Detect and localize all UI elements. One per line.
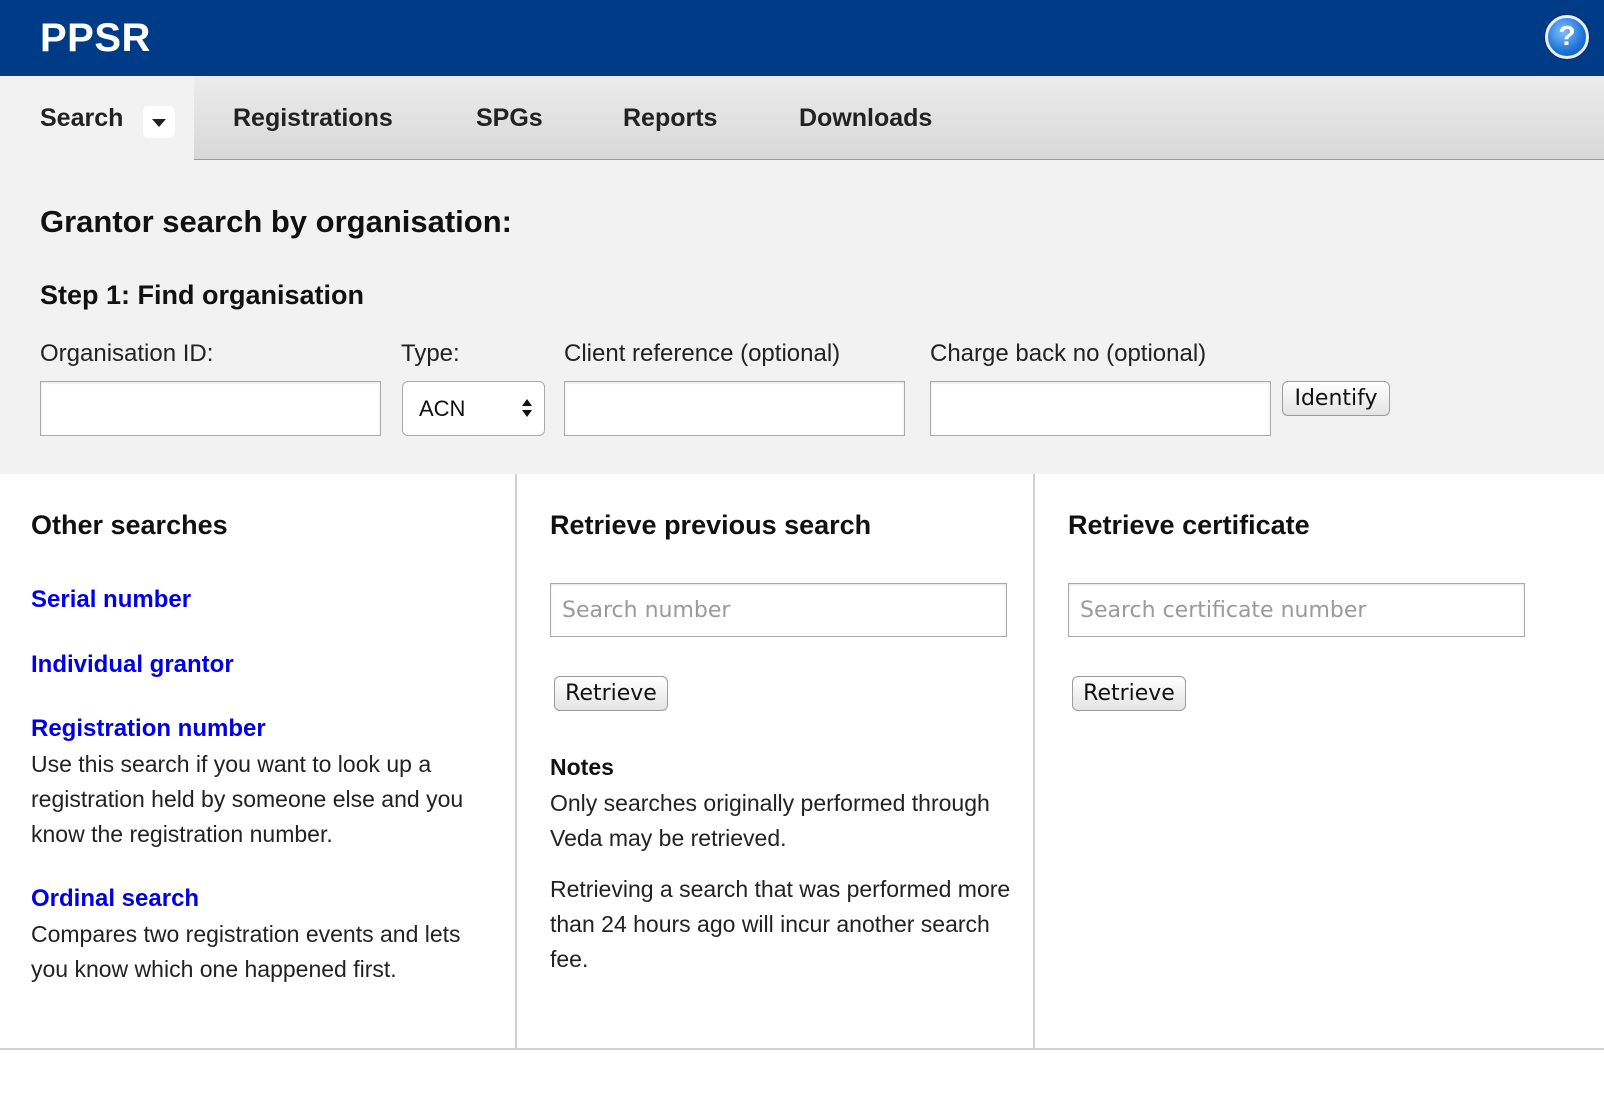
nav-tab-downloads[interactable]: Downloads: [799, 76, 932, 160]
nav-tab-search[interactable]: Search: [0, 76, 194, 161]
retrieve-previous-title: Retrieve previous search: [550, 510, 872, 540]
help-icon[interactable]: ?: [1545, 15, 1589, 59]
retrieve-certificate-title: Retrieve certificate: [1068, 510, 1310, 540]
notes-paragraph: Retrieving a search that was performed m…: [550, 876, 1011, 972]
retrieve-certificate-panel: Retrieve certificate Retrieve: [1035, 474, 1604, 1050]
footer-divider: [0, 1048, 1604, 1050]
retrieve-previous-search-panel: Retrieve previous search Retrieve Notes …: [517, 474, 1035, 1050]
other-searches-panel: Other searches Serial number Individual …: [0, 474, 517, 1050]
type-select-value: ACN: [419, 396, 466, 421]
charge-back-label: Charge back no (optional): [930, 340, 1207, 367]
ppsr-app: PPSR ? Search Registrations SPGs Reports…: [0, 0, 1604, 1108]
type-select[interactable]: ACN: [402, 381, 545, 436]
nav-tab-registrations[interactable]: Registrations: [233, 76, 393, 160]
certificate-number-input[interactable]: [1068, 583, 1525, 637]
identify-button[interactable]: Identify: [1282, 381, 1390, 416]
organisation-id-input[interactable]: [40, 381, 381, 436]
registration-number-link[interactable]: Registration number: [31, 715, 266, 743]
notes-title: Notes: [550, 754, 614, 780]
grantor-search-panel: Grantor search by organisation: Step 1: …: [0, 160, 1604, 474]
chevron-down-icon[interactable]: [143, 106, 175, 138]
header-bar: PPSR ?: [0, 0, 1604, 76]
client-reference-label: Client reference (optional): [564, 340, 841, 367]
retrieve-certificate-button[interactable]: Retrieve: [1072, 676, 1186, 711]
retrieve-search-button[interactable]: Retrieve: [554, 676, 668, 711]
step-title: Step 1: Find organisation: [40, 280, 365, 310]
brand-logo: PPSR: [40, 16, 151, 60]
search-number-input[interactable]: [550, 583, 1007, 637]
charge-back-input[interactable]: [930, 381, 1271, 436]
select-arrows-icon: [522, 399, 532, 419]
individual-grantor-link[interactable]: Individual grantor: [31, 651, 234, 679]
main-nav: Search Registrations SPGs Reports Downlo…: [0, 76, 1604, 161]
registration-number-description: Use this search if you want to look up a…: [31, 751, 464, 847]
nav-tab-reports[interactable]: Reports: [623, 76, 717, 160]
notes-paragraph: Only searches originally performed throu…: [550, 790, 990, 851]
ordinal-search-link[interactable]: Ordinal search: [31, 885, 199, 913]
ordinal-search-description: Compares two registration events and let…: [31, 921, 461, 982]
serial-number-link[interactable]: Serial number: [31, 586, 191, 614]
type-label: Type:: [401, 340, 460, 367]
nav-tab-spgs[interactable]: SPGs: [476, 76, 543, 160]
nav-tab-search-label: Search: [40, 104, 124, 132]
page-title: Grantor search by organisation:: [40, 204, 512, 239]
client-reference-input[interactable]: [564, 381, 905, 436]
organisation-id-label: Organisation ID:: [40, 340, 214, 367]
other-searches-title: Other searches: [31, 510, 228, 540]
